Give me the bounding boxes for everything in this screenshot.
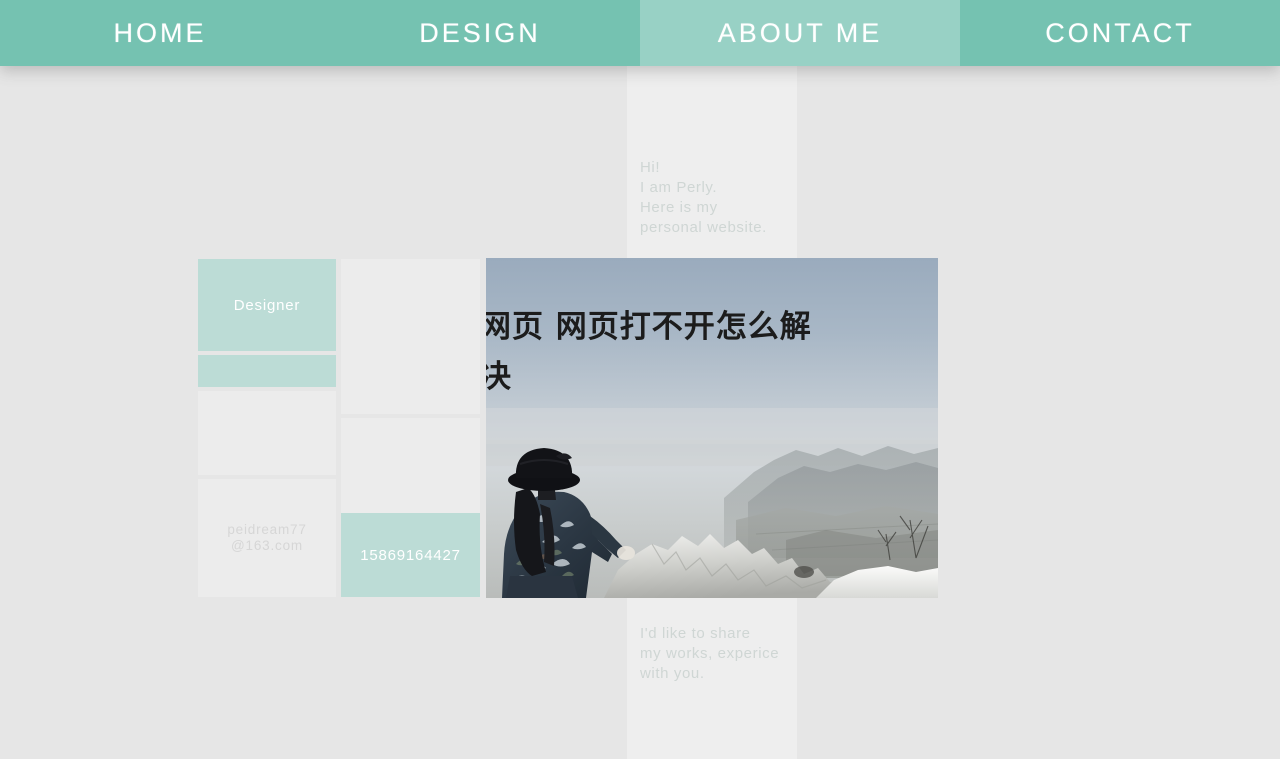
tile-blank-upper[interactable] (198, 391, 336, 475)
tile-phone[interactable]: 15869164427 (341, 513, 480, 597)
photo-card[interactable]: 网页 网页打不开怎么解决 (486, 258, 938, 598)
tile-email-label: peidream77 @163.com (227, 522, 307, 553)
tile-email[interactable]: peidream77 @163.com (198, 479, 336, 597)
tile-phone-label: 15869164427 (360, 546, 461, 564)
tile-blank-mid-right[interactable] (341, 418, 480, 513)
nav-item-contact[interactable]: CONTACT (960, 0, 1280, 66)
tile-blank-top-right[interactable] (341, 259, 480, 414)
top-navigation-bar: HOME DESIGN ABOUT ME CONTACT (0, 0, 1280, 66)
nav-item-design[interactable]: DESIGN (320, 0, 640, 66)
photo-overlay-headline: 网页 网页打不开怎么解决 (486, 309, 812, 395)
tile-role-label: Designer (233, 296, 301, 314)
outro-paragraph: I'd like to share my works, experice wit… (640, 625, 780, 682)
nav-item-home[interactable]: HOME (0, 0, 320, 66)
intro-paragraph: Hi! I am Perly. Here is my personal webs… (640, 159, 767, 236)
tile-role[interactable]: Designer (198, 259, 336, 351)
nav-item-about-me[interactable]: ABOUT ME (640, 0, 960, 66)
tile-teal-accent[interactable] (198, 355, 336, 387)
page-root: HOME DESIGN ABOUT ME CONTACT Hi! I am Pe… (0, 0, 1280, 759)
